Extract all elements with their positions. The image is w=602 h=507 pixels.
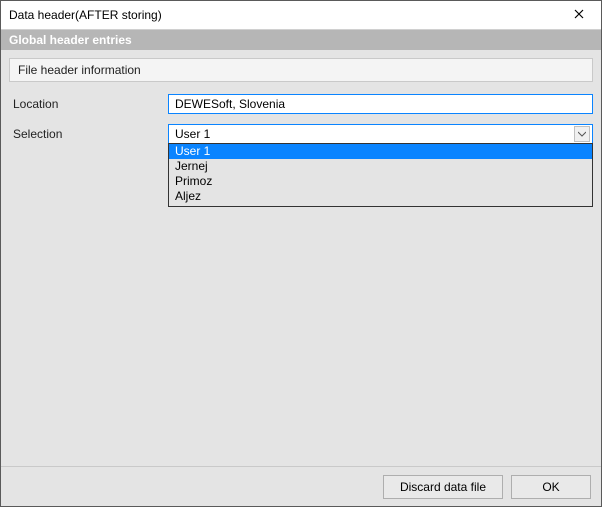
global-header-label: Global header entries	[9, 33, 132, 47]
selection-dropdown-list: User 1JernejPrimozAljez	[168, 143, 593, 207]
location-input[interactable]	[168, 94, 593, 114]
selection-option[interactable]: Aljez	[169, 189, 592, 204]
row-selection: Selection User 1 User 1JernejPrimozAljez	[9, 124, 593, 144]
section-file-header: File header information	[9, 58, 593, 82]
selection-option[interactable]: Primoz	[169, 174, 592, 189]
row-location: Location	[9, 94, 593, 114]
close-button[interactable]	[557, 1, 601, 29]
window-title: Data header(AFTER storing)	[9, 8, 162, 22]
selection-value: User 1	[175, 127, 210, 141]
section-label: File header information	[18, 63, 141, 77]
selection-combobox[interactable]: User 1 User 1JernejPrimozAljez	[168, 124, 593, 144]
chevron-down-icon	[574, 126, 590, 142]
selection-option[interactable]: Jernej	[169, 159, 592, 174]
selection-option[interactable]: User 1	[169, 144, 592, 159]
selection-display[interactable]: User 1	[168, 124, 593, 144]
discard-button[interactable]: Discard data file	[383, 475, 503, 499]
close-icon	[574, 8, 584, 22]
dialog-window: Data header(AFTER storing) Global header…	[0, 0, 602, 507]
ok-button[interactable]: OK	[511, 475, 591, 499]
title-bar: Data header(AFTER storing)	[1, 1, 601, 30]
dialog-footer: Discard data file OK	[1, 466, 601, 506]
global-header-bar: Global header entries	[1, 30, 601, 50]
location-label: Location	[9, 97, 168, 111]
content-area: File header information Location Selecti…	[1, 50, 601, 466]
selection-label: Selection	[9, 124, 168, 141]
